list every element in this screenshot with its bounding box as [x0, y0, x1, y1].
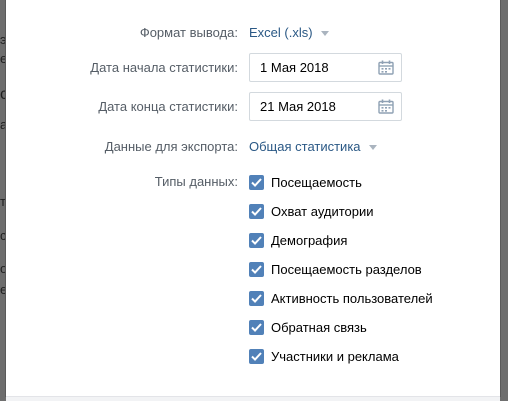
checkmark-icon — [251, 177, 262, 187]
checkbox-row[interactable]: Посещаемость разделов — [249, 260, 422, 278]
checkmark-icon — [251, 351, 262, 361]
checkbox-row[interactable]: Участники и реклама — [249, 347, 399, 365]
checkbox[interactable] — [249, 348, 264, 364]
format-dropdown-value: Excel (.xls) — [249, 25, 313, 40]
checkbox-row[interactable]: Посещаемость — [249, 173, 362, 191]
checkbox-row[interactable]: Активность пользователей — [249, 289, 433, 307]
format-row: Формат вывода: Excel (.xls) — [6, 21, 500, 45]
checkbox[interactable] — [249, 290, 264, 306]
export-data-dropdown-value: Общая статистика — [249, 139, 361, 154]
checkbox-label: Демография — [271, 232, 348, 248]
format-label: Формат вывода: — [139, 25, 238, 40]
checkbox-label: Активность пользователей — [271, 290, 433, 306]
checkbox[interactable] — [249, 232, 264, 248]
checkmark-icon — [251, 264, 262, 274]
checkbox-row[interactable]: Обратная связь — [249, 318, 367, 336]
checkbox-row[interactable]: Демография — [249, 231, 347, 249]
checkbox-label: Охват аудитории — [271, 203, 374, 219]
start-date-value: 1 Мая 2018 — [260, 60, 329, 75]
checkbox-label: Участники и реклама — [271, 348, 399, 364]
end-date-input[interactable]: 21 Мая 2018 — [249, 92, 402, 121]
checkbox-label: Посещаемость разделов — [271, 261, 422, 277]
chevron-down-icon — [368, 145, 377, 150]
export-statistics-dialog: Формат вывода: Excel (.xls) Дата начала … — [6, 0, 500, 396]
calendar-icon[interactable] — [378, 60, 394, 75]
checkbox[interactable] — [249, 319, 264, 335]
checkbox[interactable] — [249, 174, 264, 190]
end-date-value: 21 Мая 2018 — [260, 99, 336, 114]
calendar-icon[interactable] — [378, 99, 394, 114]
start-date-input[interactable]: 1 Мая 2018 — [249, 53, 402, 82]
data-types-label: Типы данных: — [154, 174, 238, 189]
checkbox-label: Посещаемость — [271, 174, 362, 190]
format-dropdown[interactable]: Excel (.xls) — [249, 21, 329, 45]
export-data-dropdown[interactable]: Общая статистика — [249, 135, 377, 159]
start-date-label: Дата начала статистики: — [90, 60, 238, 75]
checkbox-row[interactable]: Охват аудитории — [249, 202, 374, 220]
checkmark-icon — [251, 206, 262, 216]
checkmark-icon — [251, 322, 262, 332]
checkmark-icon — [251, 293, 262, 303]
checkmark-icon — [251, 235, 262, 245]
end-date-label: Дата конца статистики: — [98, 99, 238, 114]
checkbox[interactable] — [249, 261, 264, 277]
export-data-row: Данные для экспорта: Общая статистика — [6, 135, 500, 159]
checkbox[interactable] — [249, 203, 264, 219]
chevron-down-icon — [320, 31, 329, 36]
checkbox-label: Обратная связь — [271, 319, 367, 335]
dialog-footer — [6, 396, 500, 401]
export-data-label: Данные для экспорта: — [104, 139, 238, 154]
